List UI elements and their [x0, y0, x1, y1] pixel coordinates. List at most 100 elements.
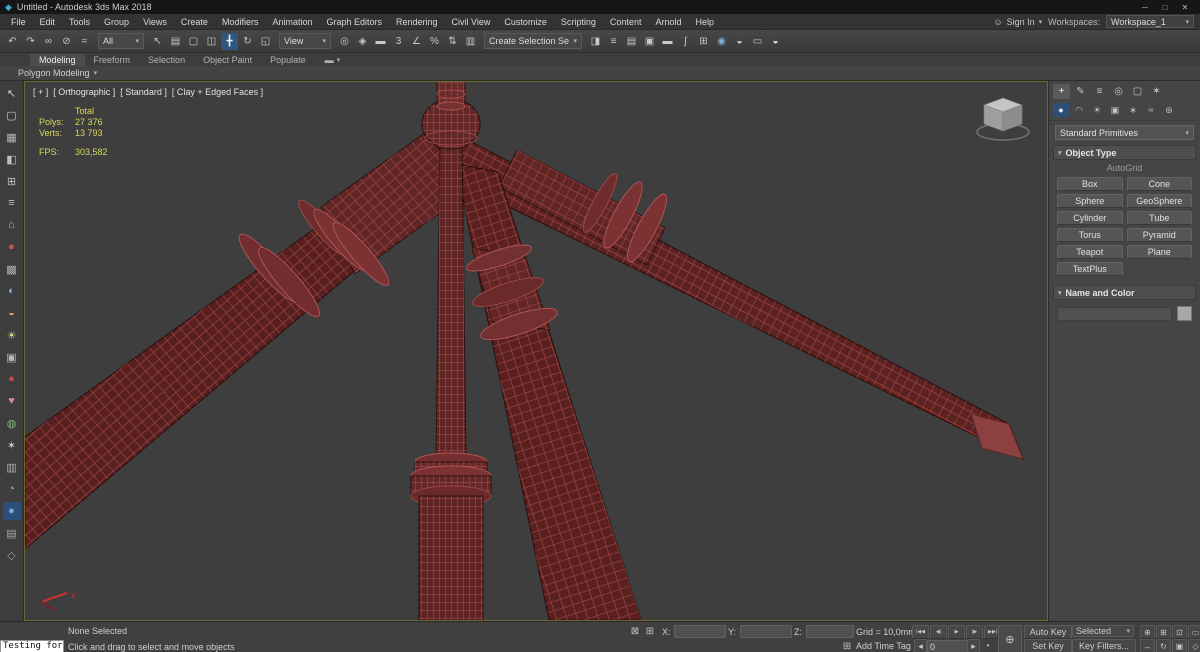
zoom-extents-icon[interactable]: ⊡ — [1172, 625, 1187, 639]
select-and-move-icon[interactable]: ╋ — [221, 32, 238, 50]
tab-freeform[interactable]: Freeform — [85, 54, 140, 66]
menu-rendering[interactable]: Rendering — [389, 17, 445, 27]
toggle-scene-explorer-icon[interactable]: ▤ — [623, 33, 640, 50]
orbit-icon[interactable]: ↻ — [1156, 639, 1171, 652]
select-and-link-icon[interactable]: ∞ — [40, 33, 57, 50]
top-hub[interactable] — [421, 82, 481, 150]
camera-icon[interactable]: ▣ — [3, 348, 21, 366]
maximize-button[interactable]: □ — [1155, 3, 1175, 12]
cameras-category[interactable]: ▣ — [1107, 103, 1123, 117]
display-tab[interactable]: ▢ — [1129, 84, 1146, 99]
space-warps-category[interactable]: ≈ — [1143, 103, 1159, 117]
named-selection-sets-dropdown[interactable]: Create Selection Se ▾ — [484, 33, 582, 49]
polygon-modeling-panel[interactable]: Polygon Modeling — [18, 68, 90, 78]
align-tool-icon[interactable]: ≡ — [3, 194, 21, 212]
vertex-paint-icon[interactable]: ♥ — [3, 392, 21, 410]
previous-time-button[interactable]: ◂ — [914, 639, 927, 652]
angle-snap-toggle-icon[interactable]: ∠ — [408, 33, 425, 50]
geosphere-button[interactable]: GeoSphere — [1126, 194, 1192, 208]
shapes-category[interactable]: ◠ — [1071, 103, 1087, 117]
ribbon-minimize-button[interactable]: ▬ ▾ — [325, 55, 341, 66]
zoom-all-icon[interactable]: ⊞ — [1156, 625, 1171, 639]
material-sphere-icon[interactable]: ● — [3, 238, 21, 256]
object-type-rollout[interactable]: ▾ Object Type — [1053, 145, 1196, 160]
hierarchy-tab[interactable]: ≡ — [1091, 84, 1108, 99]
render-setup-icon[interactable]: ◒ — [731, 33, 748, 50]
maxscript-mini-listener[interactable]: Testing for i — [0, 640, 64, 652]
key-filters-button[interactable]: Key Filters... — [1072, 639, 1136, 652]
more-tools-icon[interactable]: ◇ — [3, 546, 21, 564]
toggle-layer-explorer-icon[interactable]: ▣ — [641, 33, 658, 50]
utilities-tab[interactable]: ✶ — [1148, 84, 1165, 99]
align-icon[interactable]: ≡ — [605, 33, 622, 50]
menu-civil-view[interactable]: Civil View — [445, 17, 498, 27]
select-object-icon[interactable]: ↖ — [149, 33, 166, 50]
viewcube[interactable] — [975, 94, 1033, 144]
rendered-frame-window-icon[interactable]: ▭ — [749, 33, 766, 50]
selection-region-icon[interactable]: ▢ — [3, 106, 21, 124]
maximize-viewport-toggle-icon[interactable]: ▣ — [1172, 639, 1187, 652]
home-grid-icon[interactable]: ⌂ — [3, 216, 21, 234]
play-button[interactable]: ▶ — [948, 625, 965, 639]
menu-edit[interactable]: Edit — [33, 17, 63, 27]
helpers-category[interactable]: ∗ — [1125, 103, 1141, 117]
menu-group[interactable]: Group — [97, 17, 136, 27]
tube-button[interactable]: Tube — [1126, 211, 1192, 225]
auto-key-button[interactable]: Auto Key — [1024, 625, 1072, 639]
systems-category[interactable]: ⊚ — [1161, 103, 1177, 117]
cone-button[interactable]: Cone — [1126, 177, 1192, 191]
menu-animation[interactable]: Animation — [265, 17, 319, 27]
previous-frame-button[interactable]: ◀| — [930, 625, 947, 639]
clock-tool-icon[interactable]: ◔ — [3, 480, 21, 498]
next-frame-button[interactable]: |▶ — [966, 625, 983, 639]
unlink-selection-icon[interactable]: ⊘ — [58, 33, 75, 50]
menu-content[interactable]: Content — [603, 17, 649, 27]
pyramid-button[interactable]: Pyramid — [1126, 228, 1192, 242]
minimize-button[interactable]: ─ — [1135, 3, 1155, 12]
sphere-button[interactable]: Sphere — [1057, 194, 1123, 208]
rectangular-selection-region-icon[interactable]: ▢ — [185, 33, 202, 50]
toggle-ribbon-icon[interactable]: ▬ — [659, 33, 676, 50]
add-time-tag[interactable]: Add Time Tag — [856, 641, 911, 651]
percent-snap-toggle-icon[interactable]: % — [426, 33, 443, 50]
menu-help[interactable]: Help — [688, 17, 721, 27]
reference-coordinate-dropdown[interactable]: View ▾ — [279, 33, 331, 49]
base-column[interactable] — [410, 452, 492, 620]
light-icon[interactable]: ☀ — [3, 326, 21, 344]
set-keys-button[interactable]: ⊕ — [998, 625, 1022, 652]
x-position-input[interactable] — [674, 625, 726, 638]
material-editor-icon[interactable]: ◉ — [713, 33, 730, 50]
blue-sphere-icon[interactable]: ◐ — [3, 282, 21, 300]
object-color-swatch[interactable] — [1177, 306, 1192, 321]
viewport-style-menu[interactable]: [ Standard ] — [120, 87, 167, 97]
bind-to-space-warp-icon[interactable]: ≈ — [76, 33, 93, 50]
tab-selection[interactable]: Selection — [139, 54, 194, 66]
next-time-button[interactable]: ▸ — [967, 639, 980, 652]
absolute-offset-toggle-icon[interactable]: ⊞ — [643, 625, 657, 638]
menu-scripting[interactable]: Scripting — [554, 17, 603, 27]
green-sphere-icon[interactable]: ◍ — [3, 414, 21, 432]
torus-button[interactable]: Torus — [1057, 228, 1123, 242]
layers-tool-icon[interactable]: ▤ — [3, 524, 21, 542]
mirror-tool-icon[interactable]: ◧ — [3, 150, 21, 168]
teapot-button[interactable]: Teapot — [1057, 245, 1123, 259]
name-and-color-rollout[interactable]: ▾ Name and Color — [1053, 285, 1196, 300]
close-button[interactable]: ✕ — [1175, 3, 1195, 12]
viewport-general-menu[interactable]: [ + ] — [33, 87, 48, 97]
selection-filter-dropdown[interactable]: All ▾ — [98, 33, 144, 49]
checker-map-icon[interactable]: ▩ — [3, 260, 21, 278]
center-pole[interactable] — [435, 141, 467, 461]
panel-tool-icon[interactable]: ▥ — [3, 458, 21, 476]
window-crossing-icon[interactable]: ◫ — [203, 33, 220, 50]
grid-snap-icon[interactable]: ▦ — [3, 128, 21, 146]
select-and-rotate-icon[interactable]: ↻ — [239, 33, 256, 50]
menu-views[interactable]: Views — [136, 17, 174, 27]
menu-modifiers[interactable]: Modifiers — [215, 17, 266, 27]
sign-in-button[interactable]: ☺ Sign In ▾ — [993, 17, 1042, 27]
plane-button[interactable]: Plane — [1126, 245, 1192, 259]
select-and-uniform-scale-icon[interactable]: ◱ — [257, 33, 274, 50]
menu-graph-editors[interactable]: Graph Editors — [319, 17, 389, 27]
menu-tools[interactable]: Tools — [62, 17, 97, 27]
select-cursor-icon[interactable]: ↖ — [3, 84, 21, 102]
zoom-icon[interactable]: ⊕ — [1140, 625, 1155, 639]
